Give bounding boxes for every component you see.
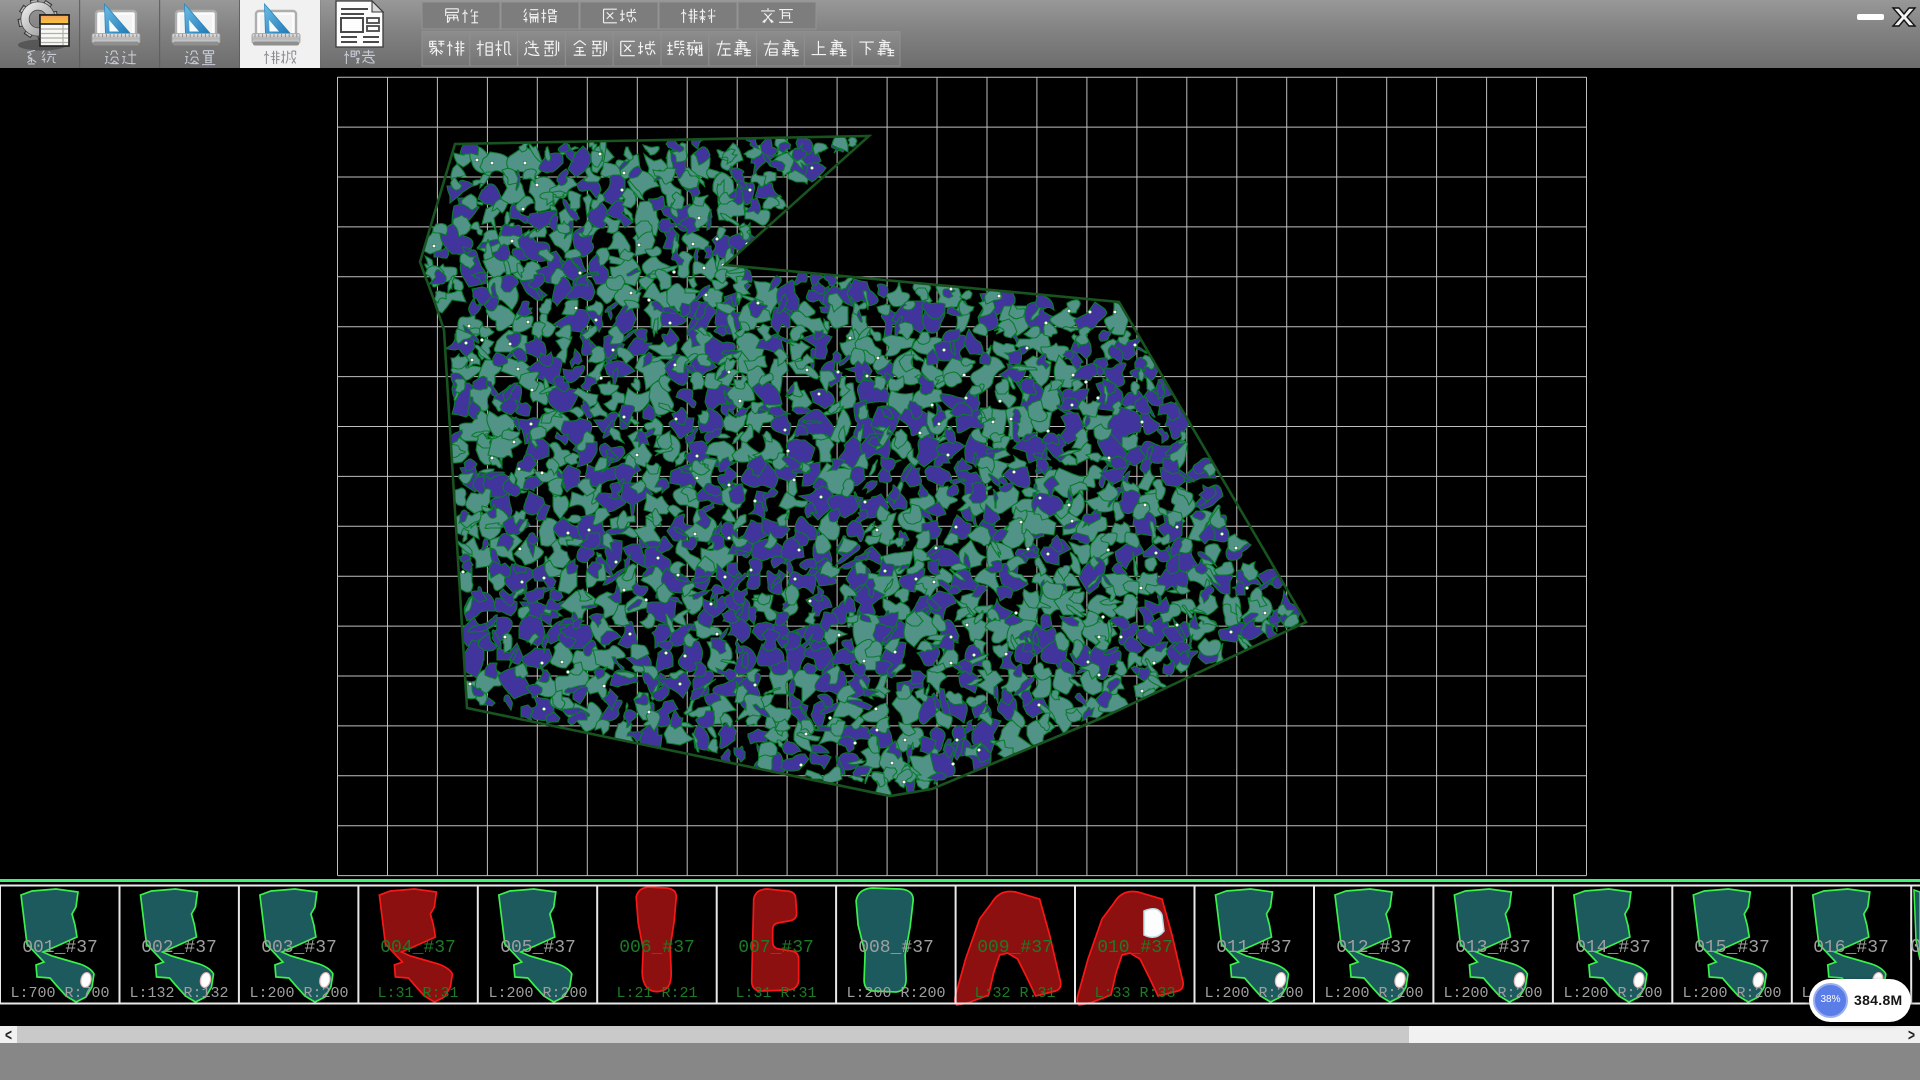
svg-text:L:200 R:200: L:200 R:200 <box>1563 985 1662 1002</box>
svg-text:010_#37: 010_#37 <box>1097 938 1173 958</box>
svg-text:003_#37: 003_#37 <box>261 938 337 958</box>
svg-text:L:32 R:31: L:32 R:31 <box>974 985 1055 1002</box>
svg-text:005_#37: 005_#37 <box>500 938 576 958</box>
svg-text:L:31 R:31: L:31 R:31 <box>735 985 816 1002</box>
svg-text:L:33 R:33: L:33 R:33 <box>1094 985 1175 1002</box>
svg-text:014_#37: 014_#37 <box>1575 938 1651 958</box>
svg-text:001_#37: 001_#37 <box>22 938 98 958</box>
svg-text:0: 0 <box>1910 936 1920 958</box>
svg-text:007_#37: 007_#37 <box>738 938 814 958</box>
svg-text:004_#37: 004_#37 <box>380 938 456 958</box>
svg-text:008_#37: 008_#37 <box>858 938 934 958</box>
svg-text:L:200 R:200: L:200 R:200 <box>1443 985 1542 1002</box>
svg-text:002_#37: 002_#37 <box>141 938 217 958</box>
svg-text:011_#37: 011_#37 <box>1216 938 1292 958</box>
svg-text:L:200 R:200: L:200 R:200 <box>488 985 587 1002</box>
svg-text:L:31 R:31: L:31 R:31 <box>377 985 458 1002</box>
svg-text:009_#37: 009_#37 <box>977 938 1053 958</box>
svg-text:L:200 R:200: L:200 R:200 <box>249 985 348 1002</box>
svg-text:L:200 R:200: L:200 R:200 <box>846 985 945 1002</box>
svg-text:L:700 R:700: L:700 R:700 <box>10 985 109 1002</box>
svg-text:013_#37: 013_#37 <box>1455 938 1531 958</box>
svg-text:L:200 R:200: L:200 R:200 <box>1682 985 1781 1002</box>
svg-text:012_#37: 012_#37 <box>1336 938 1412 958</box>
svg-text:016_#37: 016_#37 <box>1813 938 1889 958</box>
svg-text:L:200 R:200: L:200 R:200 <box>1324 985 1423 1002</box>
svg-text:L:200 R:200: L:200 R:200 <box>1204 985 1303 1002</box>
svg-text:L:132 R:132: L:132 R:132 <box>129 985 228 1002</box>
svg-text:L:21 R:21: L:21 R:21 <box>616 985 697 1002</box>
svg-text:006_#37: 006_#37 <box>619 938 695 958</box>
svg-text:015_#37: 015_#37 <box>1694 938 1770 958</box>
